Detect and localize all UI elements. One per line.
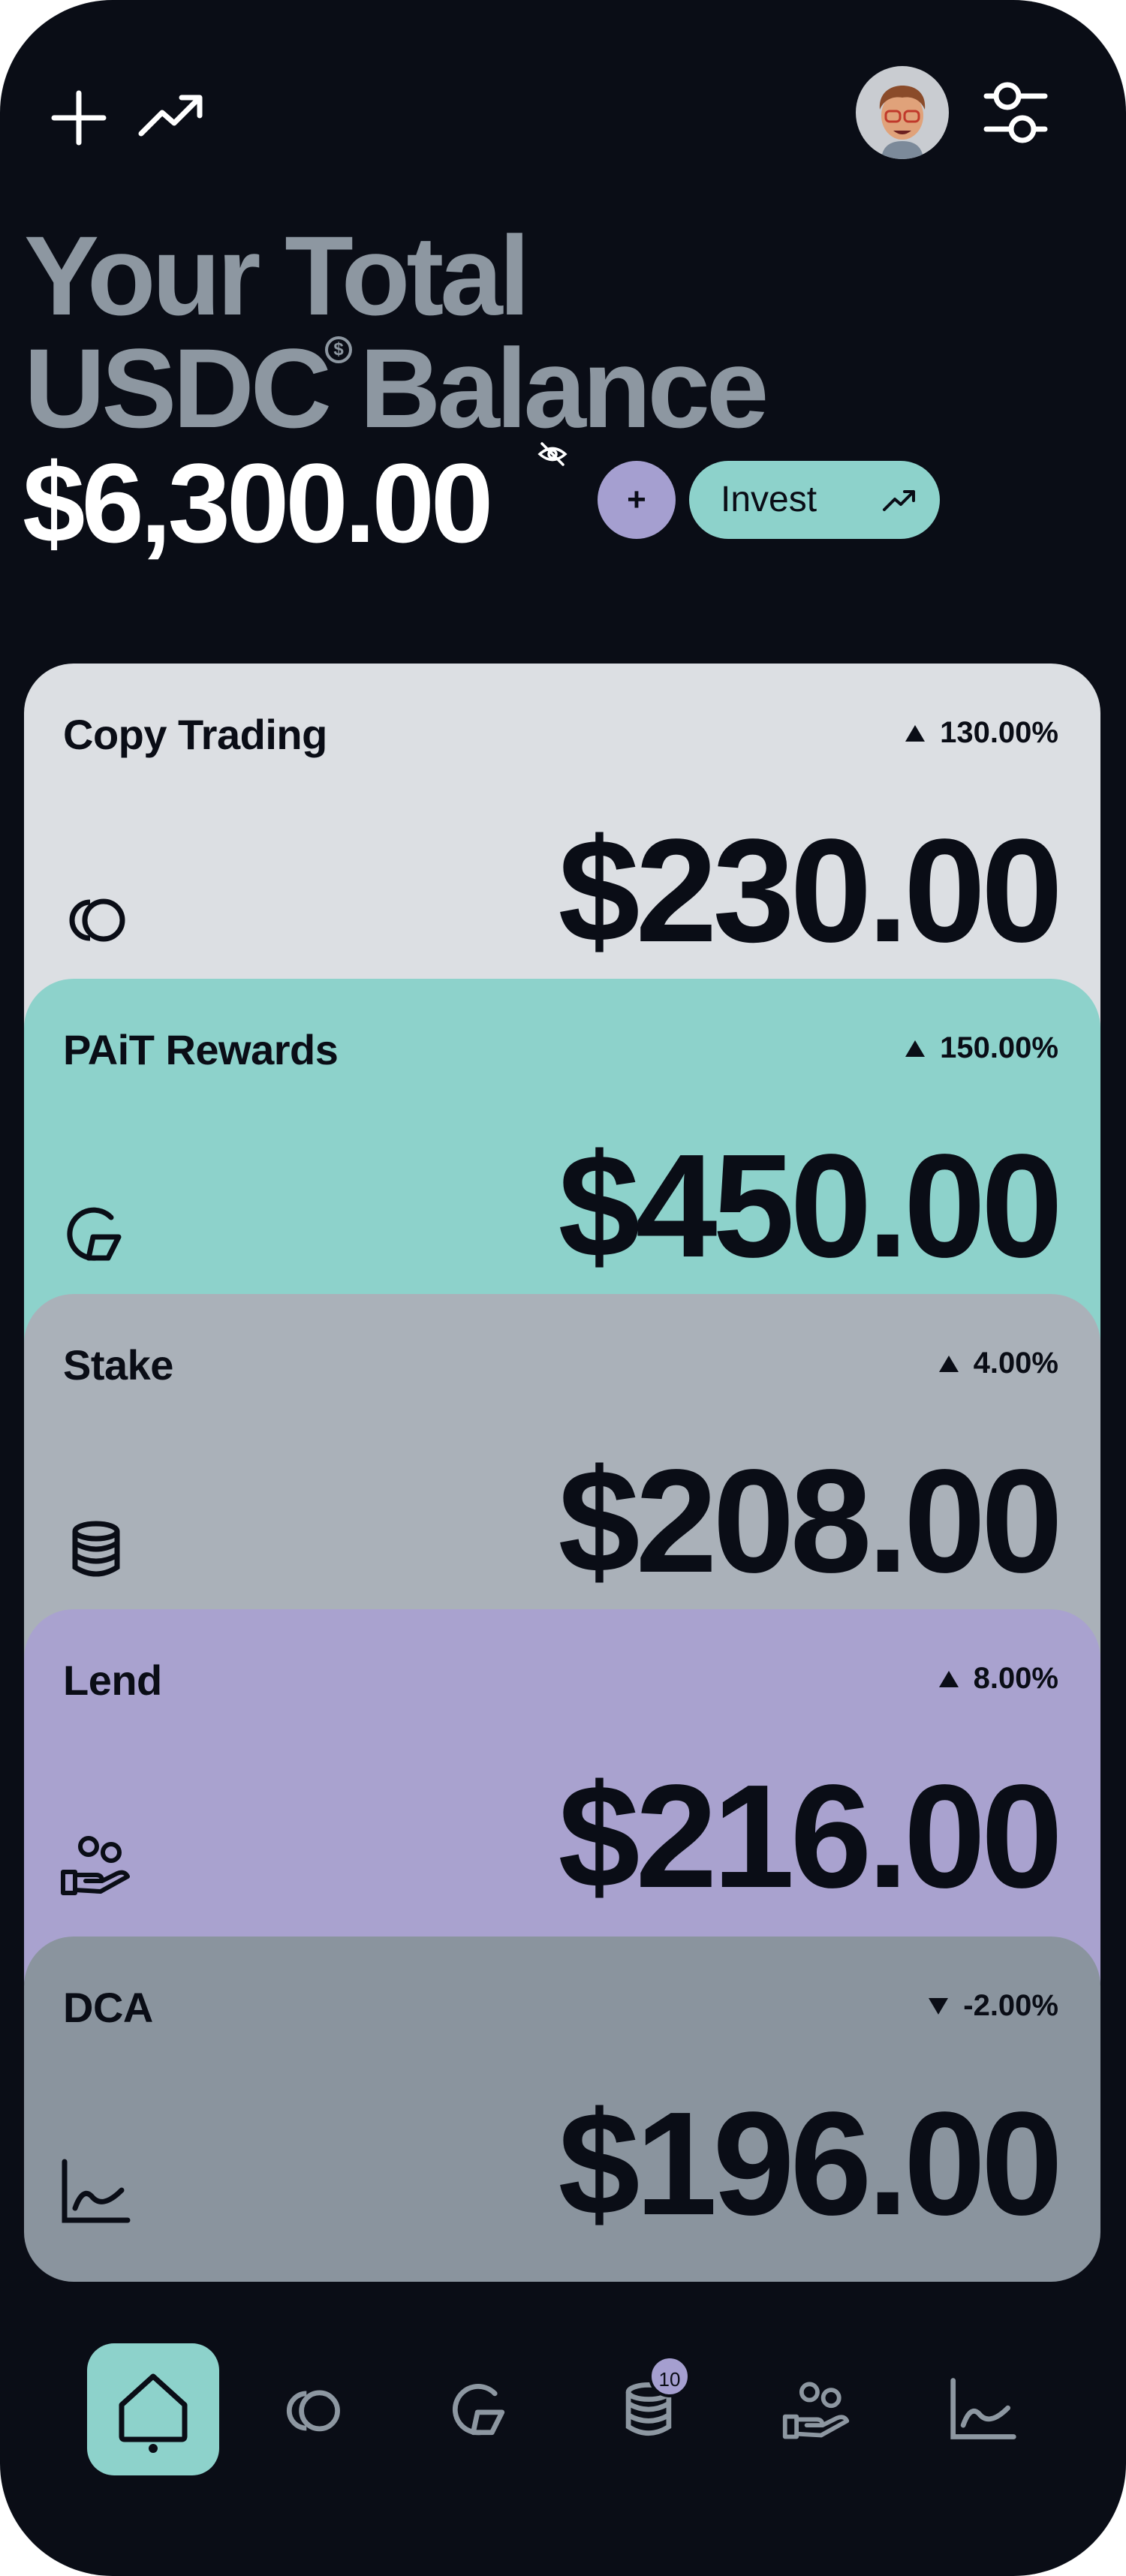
dca-chart-icon	[947, 2373, 1019, 2445]
card-amount: $450.00	[558, 1124, 1063, 1288]
card-amount: $208.00	[558, 1439, 1063, 1603]
triangle-up-icon	[938, 1670, 959, 1687]
copy-trading-icon	[59, 881, 134, 956]
triangle-down-icon	[929, 1997, 949, 2015]
stake-coins-icon	[59, 1512, 134, 1587]
triangle-up-icon	[905, 724, 926, 742]
nav-copy-trading[interactable]	[246, 2343, 378, 2475]
stake-notification-badge: 10	[649, 2355, 691, 2397]
change-badge: 4.00%	[938, 1347, 1058, 1380]
nav-dca[interactable]	[917, 2343, 1049, 2475]
card-title: PAiT Rewards	[63, 1026, 339, 1073]
trending-up-icon[interactable]	[138, 93, 204, 138]
lend-hand-icon	[59, 1827, 134, 1902]
change-value: 8.00%	[973, 1662, 1058, 1695]
total-balance: $6,300.00	[23, 440, 493, 566]
change-badge: 130.00%	[904, 716, 1058, 750]
title-currency: USDC	[24, 325, 332, 451]
triangle-up-icon	[905, 1040, 926, 1057]
card-amount: $230.00	[558, 808, 1063, 973]
title-line-1: Your Total	[24, 212, 530, 339]
card-amount: $216.00	[558, 1754, 1063, 1918]
invest-button-label: Invest	[721, 480, 817, 519]
dca-chart-icon	[59, 2154, 134, 2229]
app-screen: Your Total USDC $ Balance $6,300.00 + Inve…	[0, 0, 1126, 2576]
change-value: 4.00%	[973, 1347, 1058, 1380]
triangle-up-icon	[938, 1355, 959, 1372]
trending-up-icon	[883, 489, 916, 512]
nav-lend[interactable]	[751, 2343, 883, 2475]
usdc-coin-icon: $	[325, 336, 353, 363]
card-title: Stake	[63, 1341, 173, 1389]
nav-rewards[interactable]	[414, 2343, 546, 2475]
rewards-icon	[59, 1196, 134, 1271]
copy-trading-icon	[276, 2373, 348, 2445]
card-dca[interactable]: DCA -2.00% $196.00	[24, 1937, 1100, 2282]
add-funds-button[interactable]: +	[598, 461, 676, 539]
change-badge: -2.00%	[927, 1989, 1058, 2023]
change-badge: 150.00%	[904, 1031, 1058, 1065]
lend-hand-icon	[778, 2373, 856, 2445]
invest-button[interactable]: Invest	[689, 461, 940, 539]
change-value: 130.00%	[940, 716, 1058, 749]
change-value: 150.00%	[940, 1031, 1058, 1064]
rewards-icon	[444, 2373, 516, 2445]
card-amount: $196.00	[558, 2081, 1063, 2246]
plus-icon[interactable]	[51, 90, 107, 146]
filter-settings-icon[interactable]	[983, 80, 1048, 146]
title-balance-word: Balance	[360, 325, 769, 451]
card-title: Copy Trading	[63, 711, 327, 758]
change-badge: 8.00%	[938, 1662, 1058, 1696]
nav-home[interactable]	[87, 2343, 219, 2475]
title-line-2: USDC $ Balance	[24, 332, 850, 444]
card-title: DCA	[63, 1984, 153, 2031]
nav-stake[interactable]	[583, 2343, 715, 2475]
change-value: -2.00%	[963, 1989, 1058, 2022]
card-title: Lend	[63, 1657, 162, 1704]
home-icon	[114, 2367, 192, 2453]
hide-balance-eye-icon[interactable]	[537, 441, 568, 467]
page-title: Your Total USDC $ Balance	[24, 219, 850, 444]
avatar[interactable]	[856, 66, 949, 159]
